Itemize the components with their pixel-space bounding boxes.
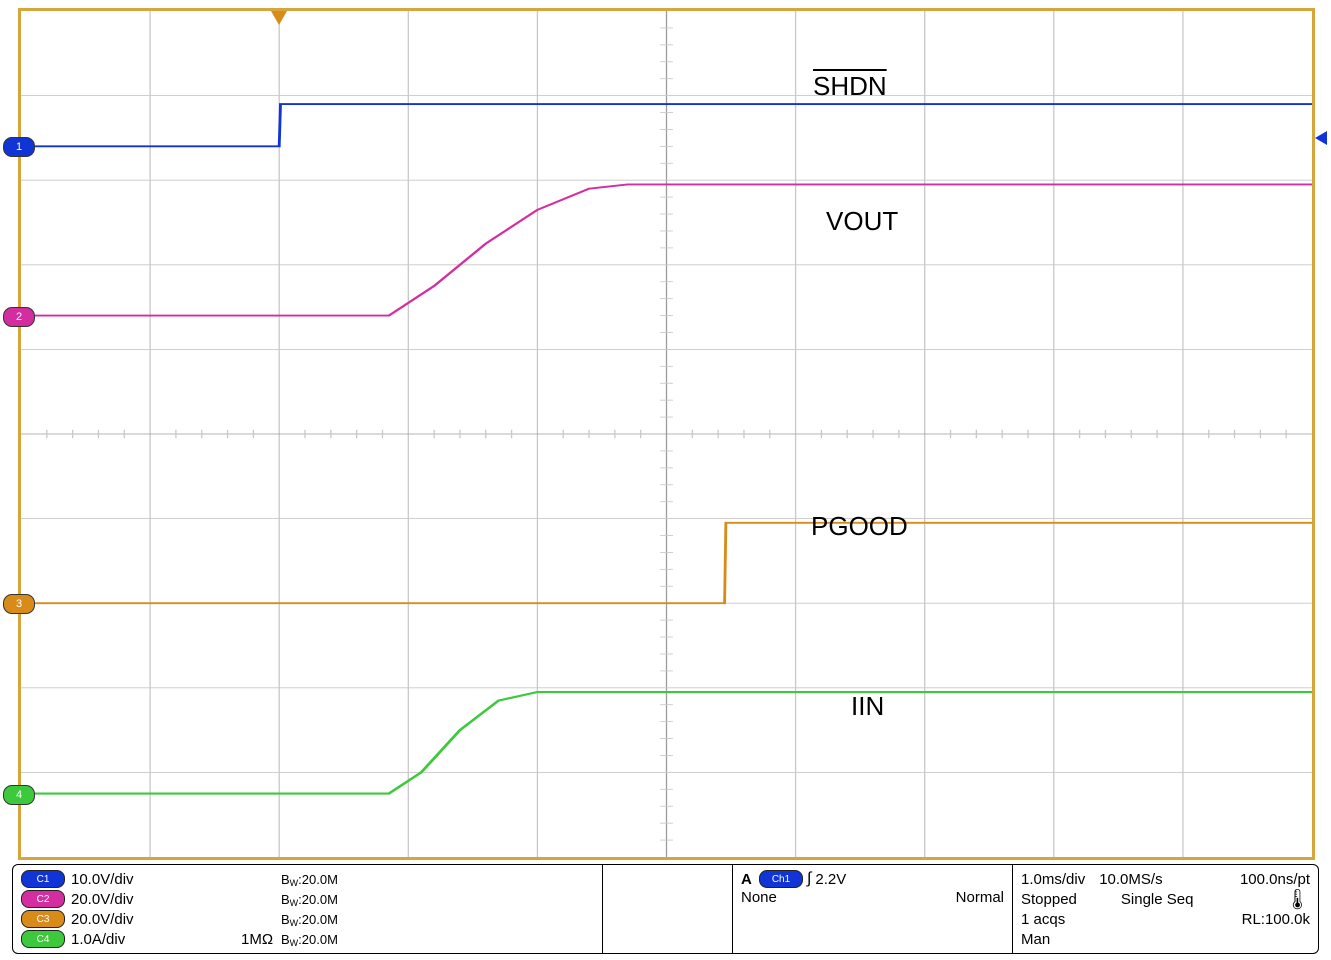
trigger-man: Man [1021, 931, 1050, 948]
ch3-ground-marker-icon: 3 [3, 594, 35, 614]
record-length: RL:100.0k [1242, 911, 1310, 928]
ch1-bw: BW:20.0M [281, 872, 338, 887]
thermometer-icon: 🌡 [1285, 887, 1310, 912]
plot-area: SHDN VOUT PGOOD IIN [18, 8, 1315, 860]
scope-grid [21, 11, 1312, 857]
ch4-impedance: 1MΩ [241, 931, 281, 948]
trig-normal: Normal [956, 889, 1004, 909]
ch3-scale: 20.0V/div [71, 911, 151, 928]
label-iin: IIN [851, 691, 884, 722]
ch4-ground-marker-icon: 4 [3, 785, 35, 805]
acquisition-panel: 1.0ms/div 10.0MS/s 100.0ns/pt Stopped Si… [1013, 865, 1318, 953]
sample-period: 100.0ns/pt [1240, 871, 1310, 888]
channel-scales-panel: C1 10.0V/div BW:20.0M C2 20.0V/div BW:20… [13, 865, 603, 953]
label-pgood: PGOOD [811, 511, 908, 542]
sample-rate: 10.0MS/s [1099, 871, 1162, 888]
run-state: Stopped [1021, 891, 1077, 908]
trigger-level-arrow-icon [1315, 131, 1327, 145]
ch3-bw: BW:20.0M [281, 912, 338, 927]
label-vout: VOUT [826, 206, 898, 237]
trig-level: 2.2V [815, 871, 846, 888]
trigger-position-icon [271, 11, 287, 25]
ch2-pill-icon: C2 [21, 890, 65, 908]
scope-svg [21, 11, 1312, 857]
ch4-bw: BW:20.0M [281, 932, 338, 947]
trig-none: None [741, 889, 777, 909]
ch4-pill-icon: C4 [21, 930, 65, 948]
ch1-scale: 10.0V/div [71, 871, 151, 888]
ch1-ground-marker-icon: 1 [3, 137, 35, 157]
label-shdn: SHDN [813, 71, 887, 102]
acq-mode: Single Seq [1121, 891, 1194, 908]
ch2-scale: 20.0V/div [71, 891, 151, 908]
ch2-bw: BW:20.0M [281, 892, 338, 907]
acq-count: 1 acqs [1021, 911, 1065, 928]
timebase: 1.0ms/div [1021, 871, 1085, 888]
oscilloscope-screenshot: SHDN VOUT PGOOD IIN 1 2 3 4 C1 10.0V/div… [0, 0, 1331, 960]
info-bar: C1 10.0V/div BW:20.0M C2 20.0V/div BW:20… [12, 864, 1319, 954]
trig-source-pill-icon: Ch1 [759, 870, 803, 888]
ch1-pill-icon: C1 [21, 870, 65, 888]
trigger-panel: A Ch1 ∫ 2.2V None Normal [733, 865, 1013, 953]
trig-a-label: A [741, 871, 759, 888]
spacer-panel [603, 865, 733, 953]
ch4-scale: 1.0A/div [71, 931, 151, 948]
rising-edge-icon: ∫ [807, 870, 811, 888]
ch3-pill-icon: C3 [21, 910, 65, 928]
ch2-ground-marker-icon: 2 [3, 307, 35, 327]
